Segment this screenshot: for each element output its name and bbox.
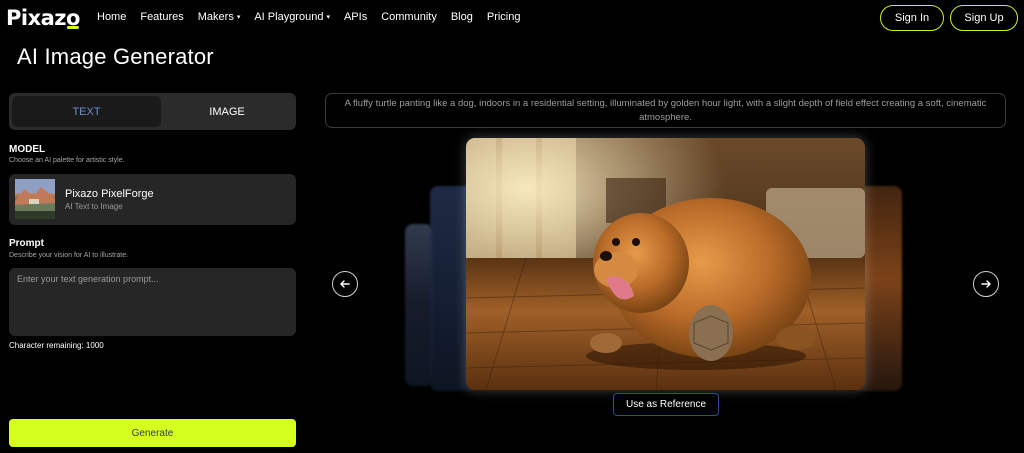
- nav-apis[interactable]: APIs: [344, 11, 367, 23]
- logo-text: Pixaz: [6, 6, 67, 30]
- generated-prompt-text: A fluffy turtle panting like a dog, indo…: [325, 93, 1006, 128]
- nav-home[interactable]: Home: [97, 11, 126, 23]
- model-subtitle: Choose an AI palette for artistic style.: [9, 157, 125, 164]
- arrow-right-icon: [981, 280, 991, 288]
- prompt-label: Prompt: [9, 238, 44, 249]
- nav-community[interactable]: Community: [381, 11, 437, 23]
- chevron-down-icon: ▾: [236, 14, 241, 21]
- nav-features[interactable]: Features: [140, 11, 183, 23]
- generate-button[interactable]: Generate: [9, 419, 296, 447]
- use-as-reference-button[interactable]: Use as Reference: [613, 393, 719, 416]
- chevron-down-icon: ▾: [326, 14, 330, 21]
- arrow-left-icon: [340, 280, 350, 288]
- nav-makers-label: Makers: [197, 11, 234, 23]
- tab-text[interactable]: TEXT: [12, 96, 161, 127]
- nav-makers[interactable]: Makers ▾: [198, 11, 241, 23]
- top-nav: Pixazo Home Features Makers ▾ AI Playgrou…: [0, 0, 1024, 36]
- tab-image[interactable]: IMAGE: [161, 96, 293, 127]
- nav-links: Home Features Makers ▾ AI Playground ▾ API…: [97, 11, 534, 23]
- logo-text-o: o: [66, 6, 80, 30]
- prompt-input[interactable]: [9, 268, 296, 336]
- mode-tabs: TEXT IMAGE: [9, 93, 296, 130]
- generated-image[interactable]: [466, 138, 865, 390]
- nav-ai-playground-label: AI Playground: [254, 11, 324, 23]
- character-remaining: Character remaining: 1000: [9, 341, 104, 350]
- model-name: Pixazo PixelForge: [65, 188, 154, 200]
- sign-in-button[interactable]: Sign In: [880, 5, 944, 31]
- turtle-dog-image: [466, 138, 865, 390]
- nav-ai-playground[interactable]: AI Playground ▾: [254, 11, 330, 23]
- sign-up-button[interactable]: Sign Up: [950, 5, 1018, 31]
- prompt-subtitle: Describe your vision for AI to illustrat…: [9, 252, 129, 259]
- nav-blog[interactable]: Blog: [451, 11, 473, 23]
- carousel-prev-button[interactable]: [332, 271, 358, 297]
- carousel-card-back-left-far[interactable]: [405, 224, 433, 386]
- model-selector[interactable]: Pixazo PixelForge AI Text to Image: [9, 174, 296, 225]
- model-type: AI Text to Image: [65, 202, 123, 211]
- pixazo-logo[interactable]: Pixazo: [6, 6, 80, 30]
- nav-pricing[interactable]: Pricing: [487, 11, 521, 23]
- carousel-next-button[interactable]: [973, 271, 999, 297]
- model-thumbnail: [15, 179, 55, 219]
- page-title: AI Image Generator: [17, 44, 214, 69]
- model-label: MODEL: [9, 144, 46, 155]
